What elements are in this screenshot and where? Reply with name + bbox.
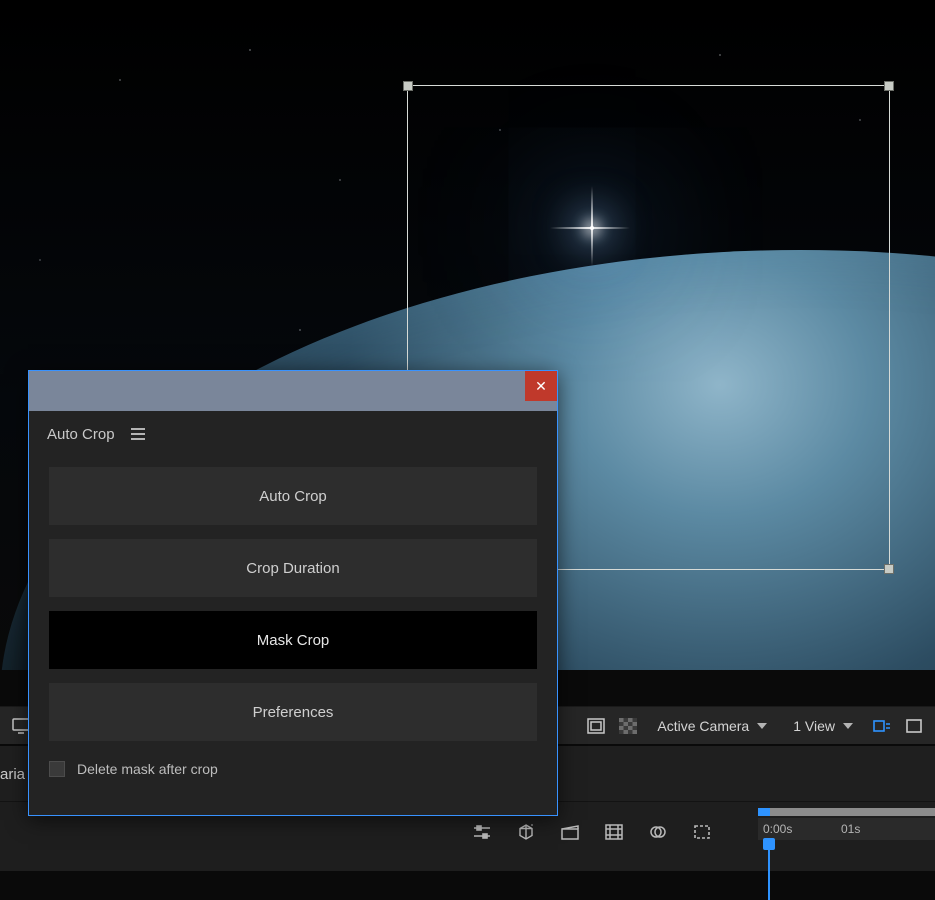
timeline-scroll-indicator[interactable] <box>758 808 770 816</box>
delete-mask-checkbox-row[interactable]: Delete mask after crop <box>49 761 537 777</box>
auto-crop-button[interactable]: Auto Crop <box>49 467 537 525</box>
dialog-title: Auto Crop <box>47 426 115 443</box>
crop-handle-top-left[interactable] <box>403 81 413 91</box>
dialog-header: Auto Crop <box>29 411 557 457</box>
camera-dropdown[interactable]: Active Camera <box>647 713 777 739</box>
timeline-playhead[interactable] <box>763 838 775 868</box>
view-layout-icon[interactable] <box>869 713 895 739</box>
view-count-dropdown[interactable]: 1 View <box>783 713 863 739</box>
dialog-menu-button[interactable] <box>131 428 145 440</box>
mask-crop-button[interactable]: Mask Crop <box>49 611 537 669</box>
dialog-close-button[interactable]: ✕ <box>525 371 557 401</box>
pixel-aspect-icon[interactable] <box>901 713 927 739</box>
timeline-icons-row <box>470 820 714 844</box>
chevron-down-icon <box>757 723 767 729</box>
filmstrip-icon[interactable] <box>602 820 626 844</box>
timeline-time-label-start: 0:00s <box>763 822 792 836</box>
crop-duration-button[interactable]: Crop Duration <box>49 539 537 597</box>
lens-flare <box>590 226 594 230</box>
dialog-body: Auto Crop Crop Duration Mask Crop Prefer… <box>29 457 557 815</box>
safe-zones-icon[interactable] <box>583 713 609 739</box>
crop-handle-top-right[interactable] <box>884 81 894 91</box>
camera-dropdown-label: Active Camera <box>657 718 749 734</box>
clapper-icon[interactable] <box>558 820 582 844</box>
auto-crop-dialog: ✕ Auto Crop Auto Crop Crop Duration Mask… <box>28 370 558 816</box>
blend-circles-icon[interactable] <box>646 820 670 844</box>
dialog-titlebar[interactable]: ✕ <box>29 371 557 411</box>
preferences-button[interactable]: Preferences <box>49 683 537 741</box>
chevron-down-icon <box>843 723 853 729</box>
transparency-grid-icon[interactable] <box>615 713 641 739</box>
close-icon: ✕ <box>535 378 547 395</box>
timeline-scrollbar[interactable] <box>758 808 935 816</box>
delete-mask-checkbox[interactable] <box>49 761 65 777</box>
region-of-interest-icon[interactable] <box>690 820 714 844</box>
view-count-label: 1 View <box>793 718 835 734</box>
cube-sparkle-icon[interactable] <box>514 820 538 844</box>
delete-mask-label: Delete mask after crop <box>77 761 218 777</box>
partial-left-text: aria <box>0 766 25 783</box>
timeline-time-label-01s: 01s <box>841 822 860 836</box>
switches-icon[interactable] <box>470 820 494 844</box>
